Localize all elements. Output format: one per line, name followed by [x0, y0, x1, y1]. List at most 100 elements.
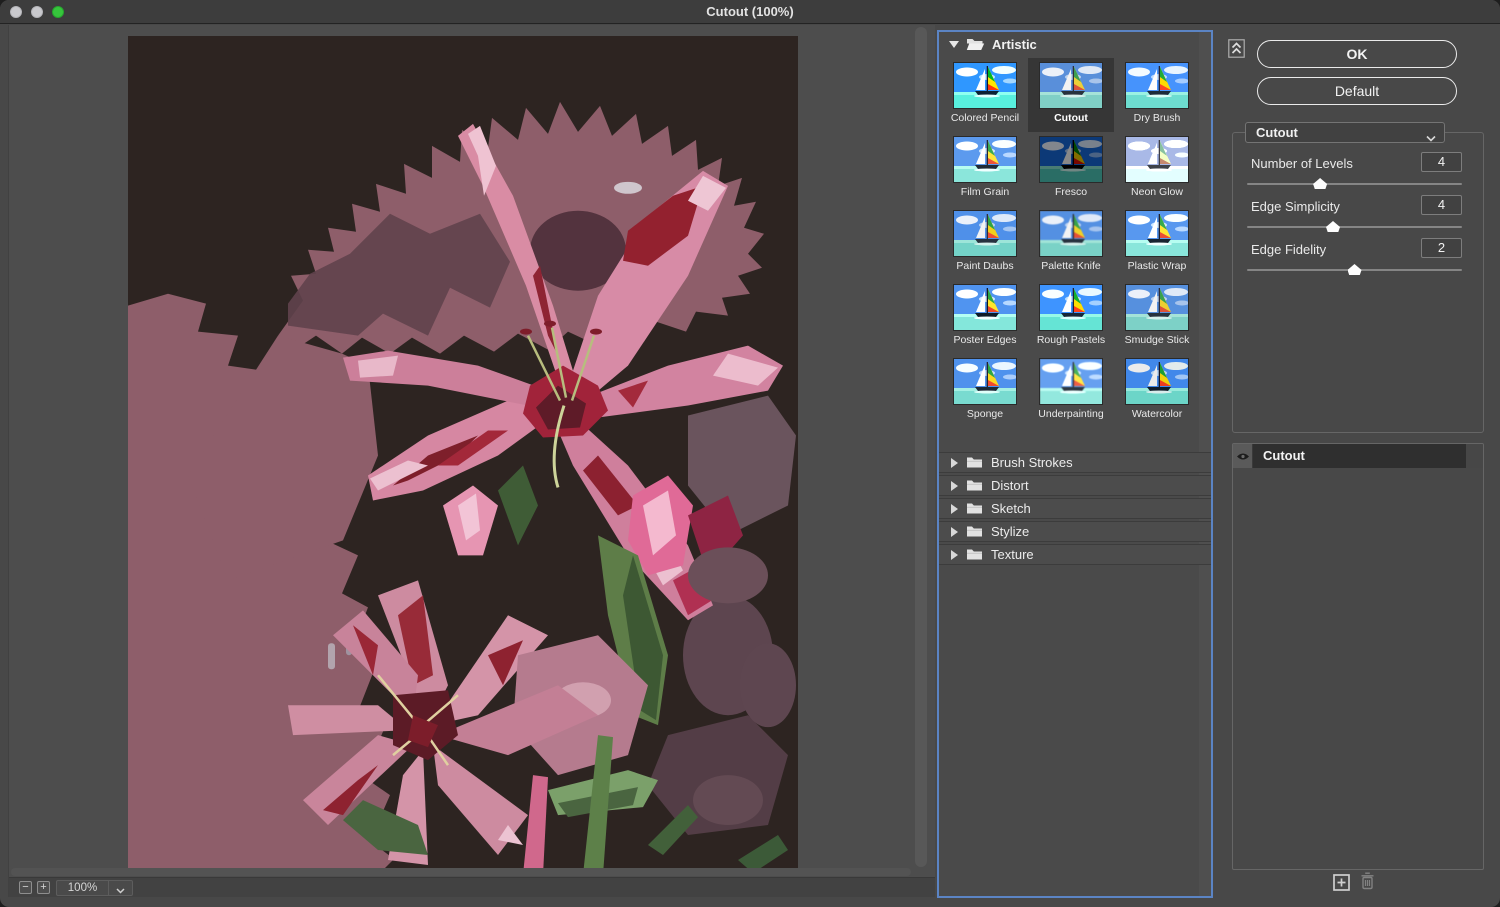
filter-thumb-label: Sponge [967, 408, 1003, 420]
folder-closed-icon [966, 525, 983, 538]
filter-thumbnail-image [1039, 210, 1103, 257]
preview-image[interactable] [128, 36, 798, 875]
window-title: Cutout (100%) [0, 0, 1500, 24]
zoom-level-dropdown[interactable] [108, 880, 133, 896]
filter-thumbnail-image [953, 136, 1017, 183]
ok-button[interactable]: OK [1257, 40, 1457, 68]
filter-select[interactable]: Cutout [1245, 122, 1445, 143]
slider-value-box[interactable]: 4 [1421, 152, 1462, 172]
filter-thumbnail-image [1125, 62, 1189, 109]
filter-thumb-neon-glow[interactable]: Neon Glow [1114, 132, 1200, 206]
slider-list: Number of Levels4Edge Simplicity4Edge Fi… [1233, 155, 1483, 284]
filter-thumb-paint-daubs[interactable]: Paint Daubs [942, 206, 1028, 280]
zoom-in-button[interactable]: + [37, 881, 50, 894]
folder-artistic-header[interactable]: Artistic [939, 32, 1211, 56]
filter-thumb-label: Film Grain [961, 186, 1009, 198]
filter-thumb-label: Rough Pastels [1037, 334, 1105, 346]
preview-vertical-scrollbar[interactable] [915, 27, 927, 867]
filter-thumb-watercolor[interactable]: Watercolor [1114, 354, 1200, 428]
filter-thumb-film-grain[interactable]: Film Grain [942, 132, 1028, 206]
preview-horizontal-scrollbar[interactable] [11, 868, 911, 876]
folder-distort[interactable]: Distort [939, 475, 1211, 496]
filter-thumbnail-image [1125, 136, 1189, 183]
filter-thumb-dry-brush[interactable]: Dry Brush [1114, 58, 1200, 132]
folder-closed-icon [966, 456, 983, 469]
slider-thumb[interactable] [1313, 178, 1327, 189]
folder-stylize[interactable]: Stylize [939, 521, 1211, 542]
filter-thumbnail-image [1125, 358, 1189, 405]
slider-value-box[interactable]: 4 [1421, 195, 1462, 215]
filter-thumbnail-grid: Colored Pencil Cutout Dry Brush Film Grain F… [939, 58, 1211, 428]
folder-artistic-label: Artistic [992, 37, 1037, 52]
slider-label: Number of Levels [1251, 156, 1353, 171]
triangle-expanded-icon [949, 41, 959, 48]
trash-icon [1360, 872, 1375, 890]
filter-thumbnail-image [953, 284, 1017, 331]
double-chevron-up-icon [1228, 39, 1245, 58]
filter-thumbnail-image [953, 62, 1017, 109]
new-effect-layer-button[interactable] [1333, 874, 1350, 891]
slider-thumb[interactable] [1326, 221, 1340, 232]
filter-list-pane: Artistic Colored Pencil Cutout Dry Brush Fi… [937, 30, 1213, 898]
preview-statusbar: − + 100% [9, 877, 935, 897]
zoom-out-button[interactable]: − [19, 881, 32, 894]
filter-thumb-smudge-stick[interactable]: Smudge Stick [1114, 280, 1200, 354]
filter-options-group: Number of Levels4Edge Simplicity4Edge Fi… [1232, 132, 1484, 433]
filter-thumb-rough-pastels[interactable]: Rough Pastels [1028, 280, 1114, 354]
default-button[interactable]: Default [1257, 77, 1457, 105]
folder-sketch[interactable]: Sketch [939, 498, 1211, 519]
folder-closed-icon [966, 479, 983, 492]
filter-thumb-label: Cutout [1054, 112, 1088, 124]
filter-thumbnail-image [1039, 358, 1103, 405]
slider-track[interactable] [1247, 269, 1462, 271]
filter-thumb-plastic-wrap[interactable]: Plastic Wrap [1114, 206, 1200, 280]
slider-value-box[interactable]: 2 [1421, 238, 1462, 258]
chevron-down-icon [116, 888, 125, 894]
filter-thumb-underpainting[interactable]: Underpainting [1028, 354, 1114, 428]
filter-thumb-fresco[interactable]: Fresco [1028, 132, 1114, 206]
triangle-collapsed-icon [951, 481, 958, 491]
filter-thumb-label: Palette Knife [1041, 260, 1101, 272]
filter-thumbnail-image [953, 358, 1017, 405]
titlebar[interactable]: Cutout (100%) [0, 0, 1500, 24]
filter-thumb-label: Paint Daubs [956, 260, 1013, 272]
folder-label: Texture [991, 547, 1034, 562]
filter-thumb-label: Neon Glow [1131, 186, 1183, 198]
slider-thumb[interactable] [1348, 264, 1362, 275]
triangle-collapsed-icon [951, 458, 958, 468]
layer-visibility-toggle[interactable] [1233, 444, 1253, 468]
filter-thumb-sponge[interactable]: Sponge [942, 354, 1028, 428]
eye-icon [1236, 452, 1250, 461]
filter-thumb-label: Plastic Wrap [1128, 260, 1187, 272]
folder-brush-strokes[interactable]: Brush Strokes [939, 452, 1211, 473]
zoom-level-value[interactable]: 100% [56, 880, 108, 896]
filter-thumbnail-image [1039, 136, 1103, 183]
filter-thumb-label: Smudge Stick [1125, 334, 1190, 346]
slider-label: Edge Fidelity [1251, 242, 1326, 257]
filter-thumb-cutout[interactable]: Cutout [1028, 58, 1114, 132]
effect-layer-name: Cutout [1253, 444, 1466, 468]
filter-thumb-label: Underpainting [1038, 408, 1103, 420]
filter-thumb-palette-knife[interactable]: Palette Knife [1028, 206, 1114, 280]
filter-thumb-colored-pencil[interactable]: Colored Pencil [942, 58, 1028, 132]
slider-track[interactable] [1247, 183, 1462, 185]
delete-effect-layer-button[interactable] [1358, 872, 1377, 892]
filter-thumb-poster-edges[interactable]: Poster Edges [942, 280, 1028, 354]
filter-thumbnail-image [1125, 210, 1189, 257]
slider-row-edge-simplicity: Edge Simplicity4 [1233, 198, 1483, 241]
slider-row-edge-fidelity: Edge Fidelity 2 [1233, 241, 1483, 284]
collapse-thumbnails-button[interactable] [1228, 39, 1245, 58]
filter-thumb-label: Colored Pencil [951, 112, 1019, 124]
chevron-down-icon [1426, 128, 1436, 147]
collapsed-folder-list: Brush StrokesDistortSketchStylize Texture [939, 452, 1211, 565]
filter-thumb-label: Watercolor [1132, 408, 1182, 420]
folder-texture[interactable]: Texture [939, 544, 1211, 565]
slider-track[interactable] [1247, 226, 1462, 228]
filter-thumbnail-image [953, 210, 1017, 257]
triangle-collapsed-icon [951, 550, 958, 560]
filter-thumbnail-image [1039, 284, 1103, 331]
filter-thumb-label: Fresco [1055, 186, 1087, 198]
effect-layer-rows: Cutout [1233, 444, 1483, 468]
effect-layer-row[interactable]: Cutout [1233, 444, 1483, 468]
folder-open-icon [966, 37, 985, 51]
